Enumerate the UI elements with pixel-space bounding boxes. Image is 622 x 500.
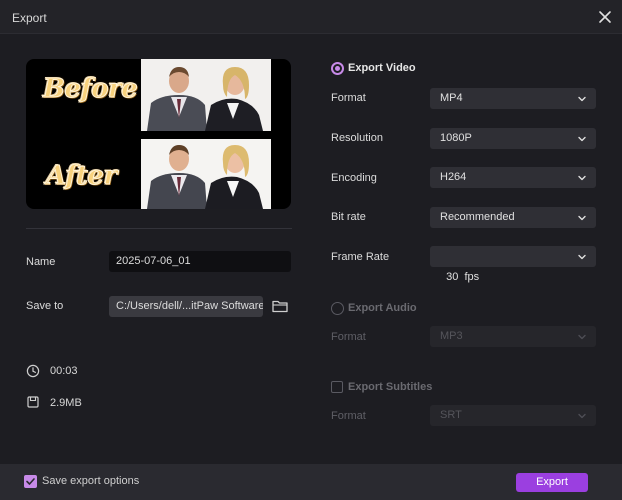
before-label: Before (42, 74, 138, 105)
export-subtitles-checkbox[interactable] (331, 381, 343, 393)
name-label: Name (26, 256, 56, 268)
after-label: After (46, 161, 118, 192)
encoding-select[interactable]: H264 (430, 167, 596, 188)
export-video-title: Export Video (348, 62, 416, 74)
save-path-input[interactable]: C:/Users/dell/...itPaw Software (109, 296, 263, 317)
format-value: MP4 (440, 92, 463, 104)
save-to-label: Save to (26, 300, 64, 312)
encoding-value: H264 (440, 171, 467, 183)
export-subtitles-title: Export Subtitles (348, 381, 433, 393)
export-button[interactable]: Export (516, 473, 588, 492)
close-icon[interactable] (596, 8, 614, 26)
dialog-footer: Save export options Export (0, 464, 622, 500)
encoding-label: Encoding (331, 172, 377, 184)
save-export-options-checkbox[interactable] (24, 475, 37, 488)
window-title: Export (12, 11, 47, 25)
save-export-options-label: Save export options (42, 475, 140, 487)
left-panel-divider (26, 228, 292, 229)
checkmark-icon (26, 478, 35, 485)
chevron-down-icon (578, 334, 586, 340)
bit-rate-label: Bit rate (331, 211, 366, 223)
chevron-down-icon (578, 96, 586, 102)
frame-rate-select[interactable]: 30 fps (430, 246, 596, 283)
subtitle-format-select[interactable]: SRT (430, 405, 596, 426)
chevron-down-icon (578, 254, 586, 260)
subtitle-format-label: Format (331, 410, 366, 422)
frame-rate-value: 30 fps (446, 271, 480, 283)
format-label: Format (331, 92, 366, 104)
export-audio-title: Export Audio (348, 302, 417, 314)
chevron-down-icon (578, 175, 586, 181)
audio-format-select[interactable]: MP3 (430, 326, 596, 347)
preview-photo-before (141, 59, 271, 131)
file-size-value: 2.9MB (50, 397, 82, 409)
resolution-label: Resolution (331, 132, 383, 144)
resolution-select[interactable]: 1080P (430, 128, 596, 149)
clock-icon (26, 364, 40, 378)
audio-format-value: MP3 (440, 330, 463, 342)
preview-photo-after (141, 139, 271, 209)
resolution-value: 1080P (440, 132, 472, 144)
file-name-input[interactable]: 2025-07-06_01 (109, 251, 291, 272)
chevron-down-icon (578, 413, 586, 419)
export-video-radio[interactable] (331, 62, 344, 75)
preview-thumbnail: Before After (26, 59, 291, 209)
duration-value: 00:03 (50, 365, 78, 377)
bit-rate-select[interactable]: Recommended (430, 207, 596, 228)
title-bar: Export (0, 0, 622, 34)
chevron-down-icon (578, 215, 586, 221)
audio-format-label: Format (331, 331, 366, 343)
bit-rate-value: Recommended (440, 211, 515, 223)
chevron-down-icon (578, 136, 586, 142)
file-size-icon (27, 396, 39, 408)
format-select[interactable]: MP4 (430, 88, 596, 109)
folder-icon[interactable] (271, 297, 289, 315)
subtitle-format-value: SRT (440, 409, 462, 421)
frame-rate-label: Frame Rate (331, 251, 390, 263)
export-audio-radio[interactable] (331, 302, 344, 315)
